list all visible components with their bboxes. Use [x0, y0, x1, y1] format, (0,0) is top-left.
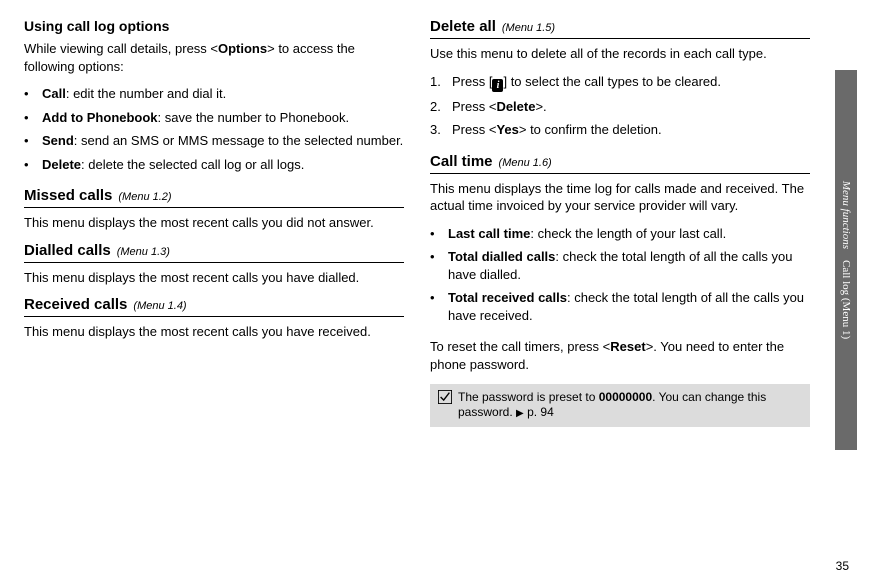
- section-heading-deleteall: Delete all(Menu 1.5): [430, 18, 810, 39]
- page-reference: p. 94: [527, 405, 554, 419]
- calltime-options: •Last call time: check the length of you…: [430, 225, 810, 325]
- page-number: 35: [836, 559, 849, 573]
- reset-paragraph: To reset the call timers, press <Reset>.…: [430, 338, 810, 373]
- options-list: •Call: edit the number and dial it. •Add…: [24, 85, 404, 173]
- arrow-icon: ▶: [516, 408, 524, 419]
- list-item: •Last call time: check the length of you…: [430, 225, 810, 243]
- missed-paragraph: This menu displays the most recent calls…: [24, 214, 404, 232]
- list-item: •Delete: delete the selected call log or…: [24, 156, 404, 174]
- list-item: 2.Press <Delete>.: [430, 98, 810, 116]
- note-box: The password is preset to 00000000. You …: [430, 384, 810, 427]
- sub-heading: Using call log options: [24, 18, 404, 34]
- deleteall-paragraph: Use this menu to delete all of the recor…: [430, 45, 810, 63]
- dialled-paragraph: This menu displays the most recent calls…: [24, 269, 404, 287]
- calltime-paragraph: This menu displays the time log for call…: [430, 180, 810, 215]
- list-item: •Call: edit the number and dial it.: [24, 85, 404, 103]
- right-column: Delete all(Menu 1.5) Use this menu to de…: [430, 18, 810, 540]
- steps-list: 1.Press [i] to select the call types to …: [430, 73, 810, 139]
- side-tab: Menu functions Call log (Menu 1): [835, 70, 857, 450]
- received-paragraph: This menu displays the most recent calls…: [24, 323, 404, 341]
- list-item: 1.Press [i] to select the call types to …: [430, 73, 810, 92]
- list-item: •Total dialled calls: check the total le…: [430, 248, 810, 283]
- section-heading-dialled: Dialled calls(Menu 1.3): [24, 242, 404, 263]
- section-heading-received: Received calls(Menu 1.4): [24, 296, 404, 317]
- intro-paragraph: While viewing call details, press <Optio…: [24, 40, 404, 75]
- left-column: Using call log options While viewing cal…: [24, 18, 404, 540]
- list-item: •Send: send an SMS or MMS message to the…: [24, 132, 404, 150]
- info-icon: i: [492, 79, 503, 92]
- check-icon: [438, 390, 458, 421]
- list-item: 3.Press <Yes> to confirm the deletion.: [430, 121, 810, 139]
- list-item: •Add to Phonebook: save the number to Ph…: [24, 109, 404, 127]
- section-heading-calltime: Call time(Menu 1.6): [430, 153, 810, 174]
- list-item: •Total received calls: check the total l…: [430, 289, 810, 324]
- section-heading-missed: Missed calls(Menu 1.2): [24, 187, 404, 208]
